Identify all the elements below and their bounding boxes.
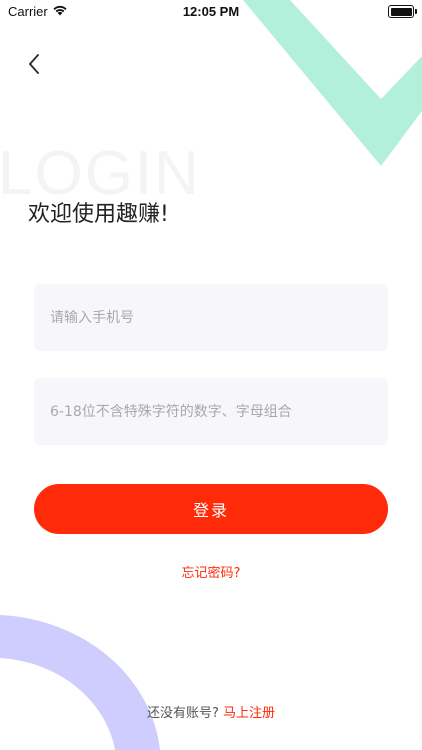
battery-icon	[388, 5, 417, 18]
welcome-heading: 欢迎使用趣赚!	[28, 202, 169, 227]
login-button[interactable]: 登录	[34, 484, 388, 534]
register-prompt: 还没有账号?	[146, 706, 219, 721]
chevron-left-icon	[29, 54, 39, 74]
forgot-password-link[interactable]: 忘记密码?	[0, 562, 422, 581]
phone-input[interactable]	[34, 284, 388, 351]
register-row: 还没有账号? 马上注册	[0, 702, 422, 721]
register-link[interactable]: 马上注册	[223, 706, 275, 721]
back-button[interactable]	[20, 50, 48, 78]
clock: 12:05 PM	[182, 4, 240, 19]
decorative-arc-shape	[0, 615, 160, 750]
password-input[interactable]	[34, 378, 388, 445]
status-bar: Carrier 12:05 PM	[0, 0, 422, 24]
